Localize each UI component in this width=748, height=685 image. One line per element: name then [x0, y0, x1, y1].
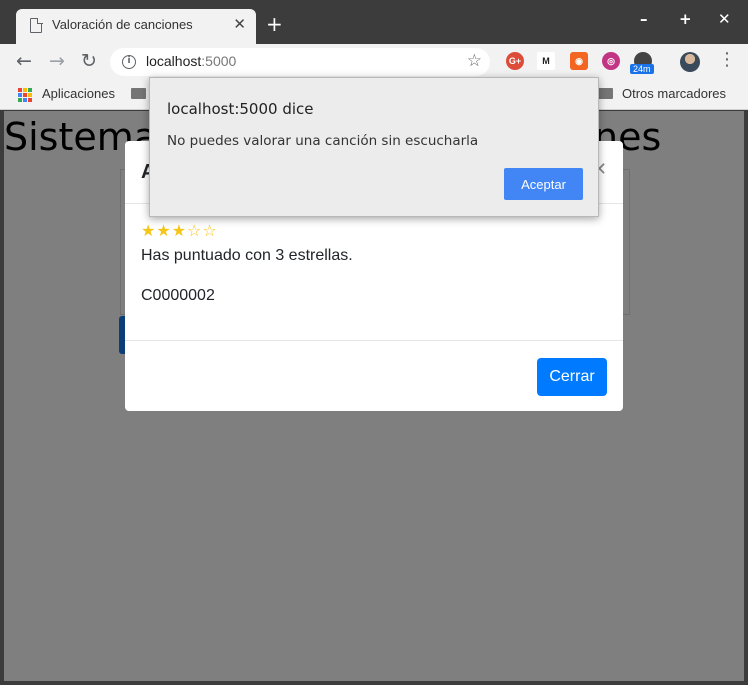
- back-icon[interactable]: ←: [16, 50, 32, 72]
- folder-icon[interactable]: [131, 88, 146, 99]
- maximize-icon[interactable]: +: [679, 10, 692, 28]
- close-button[interactable]: Cerrar: [537, 358, 607, 396]
- address-bar[interactable]: i localhost:5000 ☆: [110, 48, 490, 76]
- modal-footer: Cerrar: [125, 340, 623, 411]
- apps-icon[interactable]: [18, 88, 32, 102]
- tab-close-icon[interactable]: ✕: [233, 15, 246, 33]
- rss-icon[interactable]: ◉: [570, 52, 588, 70]
- song-code: C0000002: [141, 287, 215, 304]
- minimize-icon[interactable]: –: [640, 10, 648, 28]
- rating-text: Has puntuado con 3 estrellas.: [141, 247, 353, 264]
- browser-window: Valoración de canciones ✕ + – + ✕ ← → ↻ …: [0, 0, 748, 685]
- alert-title: localhost:5000 dice: [167, 100, 314, 118]
- star-rating[interactable]: ★★★☆☆: [141, 221, 218, 240]
- folder-icon[interactable]: [598, 88, 613, 99]
- timer-badge: 24m: [630, 64, 654, 74]
- title-bar: Valoración de canciones ✕ + – + ✕: [0, 0, 748, 44]
- forward-icon[interactable]: →: [49, 50, 65, 72]
- browser-tab[interactable]: Valoración de canciones ✕: [16, 9, 256, 44]
- new-tab-icon[interactable]: +: [266, 12, 283, 36]
- window-close-icon[interactable]: ✕: [718, 10, 731, 28]
- tab-title: Valoración de canciones: [52, 17, 193, 32]
- info-icon[interactable]: i: [122, 55, 136, 69]
- accept-button[interactable]: Aceptar: [504, 168, 583, 200]
- google-plus-icon[interactable]: G+: [506, 52, 524, 70]
- url-text: localhost:5000: [146, 53, 237, 69]
- browser-toolbar: ← → ↻ i localhost:5000 ☆ G+ M ◉ ◎ 24m ⋮: [0, 44, 748, 80]
- bookmark-star-icon[interactable]: ☆: [467, 51, 482, 71]
- apps-bookmark[interactable]: Aplicaciones: [42, 86, 115, 101]
- movistar-icon[interactable]: M: [537, 52, 555, 70]
- alert-message: No puedes valorar una canción sin escuch…: [167, 133, 479, 149]
- profile-avatar[interactable]: [680, 52, 700, 72]
- page-icon: [30, 17, 43, 33]
- menu-icon[interactable]: ⋮: [718, 49, 736, 70]
- reload-icon[interactable]: ↻: [81, 50, 97, 72]
- instagram-icon[interactable]: ◎: [602, 52, 620, 70]
- alert-dialog: localhost:5000 dice No puedes valorar un…: [149, 77, 599, 217]
- other-bookmarks[interactable]: Otros marcadores: [622, 86, 726, 101]
